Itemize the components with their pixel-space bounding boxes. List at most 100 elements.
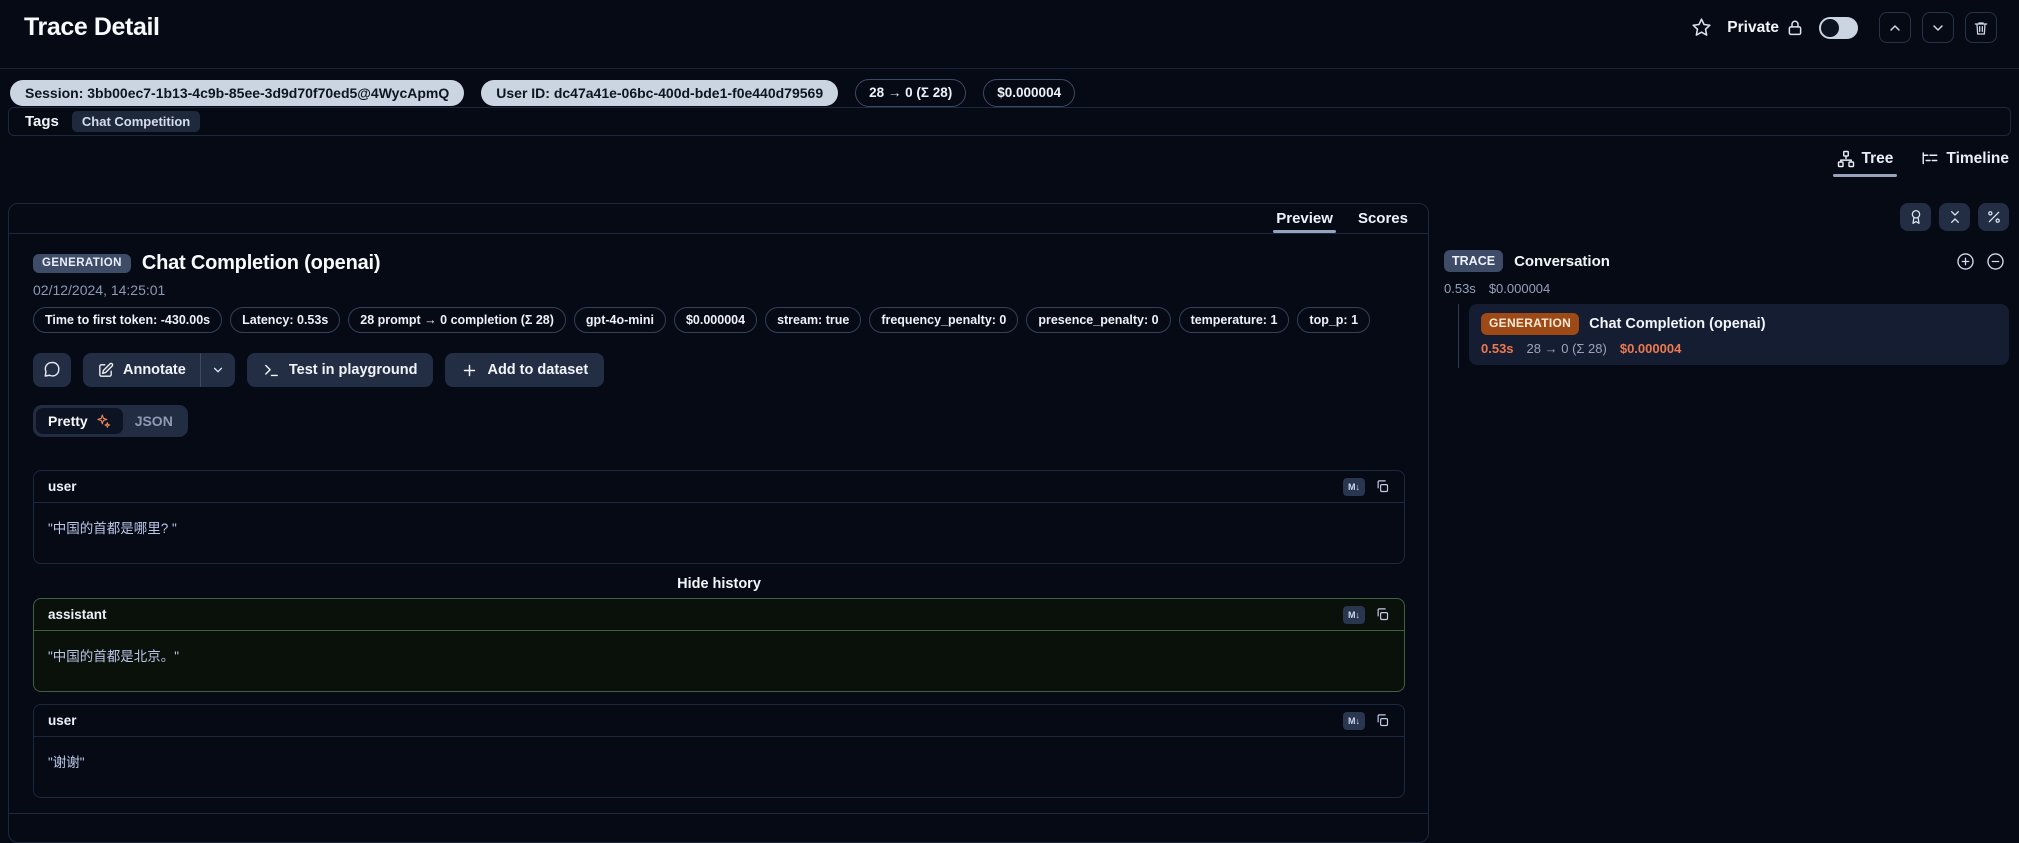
metric-pill: temperature: 1 [1179,307,1290,333]
copy-icon[interactable] [1375,607,1390,622]
message-content: "中国的首都是北京。" [34,631,1404,691]
observation-timestamp: 02/12/2024, 14:25:01 [33,282,1404,298]
tab-preview[interactable]: Preview [1276,204,1333,233]
message-header: user M↓ [34,705,1404,737]
toggle-thumb [1821,19,1839,37]
plus-icon [461,362,478,379]
metrics-toggle-button[interactable] [1978,203,2009,231]
message-tools: M↓ [1343,606,1390,624]
metric-pill: presence_penalty: 0 [1026,307,1170,333]
node-latency: 0.53s [1481,341,1514,356]
page-header: Trace Detail Private [0,0,2019,69]
annotate-label: Annotate [123,362,186,378]
trace-cost: $0.000004 [1489,281,1550,297]
privacy-label: Private [1727,19,1779,37]
trace-root-row[interactable]: TRACE Conversation [1444,250,2009,272]
annotate-split-button: Annotate [83,353,235,387]
collapse-node-icon[interactable] [1986,252,2005,271]
tag-chip[interactable]: Chat Competition [72,111,200,133]
trash-icon [1973,20,1989,36]
message-tools: M↓ [1343,478,1390,496]
markdown-toggle-icon[interactable]: M↓ [1343,478,1365,496]
tab-scores[interactable]: Scores [1358,204,1408,233]
section-divider [9,813,1428,814]
tree-controls [1444,203,2009,231]
next-trace-button[interactable] [1922,12,1954,43]
node-tokens: 28 → 0 (Σ 28) [1527,341,1607,356]
timeline-icon [1921,150,1939,168]
cost-badge: $0.000004 [983,79,1075,107]
trace-expand-controls [1956,252,2009,271]
metric-pill: 28 prompt → 0 completion (Σ 28) [348,307,566,333]
trace-latency: 0.53s [1444,281,1476,297]
session-badge[interactable]: Session: 3bb00ec7-1b13-4c9b-85ee-3d9d70f… [10,80,464,106]
tab-timeline[interactable]: Timeline [1921,150,2009,168]
tree-children: GENERATION Chat Completion (openai) 0.53… [1458,304,2009,368]
tags-bar: Tags Chat Competition [8,107,2011,136]
node-cost: $0.000004 [1620,341,1681,356]
edit-icon [97,362,114,379]
node-title: Chat Completion (openai) [1589,316,1765,332]
hide-history-button[interactable]: Hide history [33,576,1405,592]
message-content: "谢谢" [34,737,1404,797]
dataset-label: Add to dataset [487,362,588,378]
award-icon [1908,209,1924,225]
message-role: user [48,479,77,494]
copy-icon[interactable] [1375,479,1390,494]
observation-body: GENERATION Chat Completion (openai) 02/1… [9,234,1428,798]
metric-pills: Time to first token: -430.00s Latency: 0… [33,307,1404,333]
trace-metrics: 0.53s $0.000004 [1444,281,2009,297]
copy-icon[interactable] [1375,713,1390,728]
chevron-down-icon [211,363,225,377]
annotate-dropdown-button[interactable] [201,353,235,387]
metric-pill: top_p: 1 [1297,307,1370,333]
nav-buttons [1879,12,1997,43]
scores-toggle-button[interactable] [1900,203,1931,231]
add-to-dataset-button[interactable]: Add to dataset [445,353,604,387]
view-tabs: Tree Timeline [1837,150,2010,177]
message-role: assistant [48,607,107,622]
lock-icon [1786,19,1804,37]
json-toggle[interactable]: JSON [123,408,185,434]
observation-title: Chat Completion (openai) [142,252,381,275]
messages-list: user M↓ "中国的首都是哪里? " Hide history assist… [33,470,1405,798]
tab-tree[interactable]: Tree [1837,150,1894,168]
generation-node-selected[interactable]: GENERATION Chat Completion (openai) 0.53… [1469,304,2009,365]
panel-tabs: Preview Scores [9,204,1428,234]
header-actions: Private [1691,12,1997,43]
markdown-toggle-icon[interactable]: M↓ [1343,712,1365,730]
privacy-control: Private [1727,19,1804,37]
tab-timeline-label: Timeline [1946,150,2009,168]
chevrons-collapse-icon [1947,209,1963,225]
trace-title: Conversation [1514,253,1610,270]
chevron-up-icon [1887,20,1903,36]
message-card-assistant: assistant M↓ "中国的首都是北京。" [33,598,1405,692]
delete-trace-button[interactable] [1965,12,1997,43]
terminal-icon [263,362,280,379]
message-role: user [48,713,77,728]
test-in-playground-button[interactable]: Test in playground [247,353,434,387]
trace-type-badge: TRACE [1444,250,1503,272]
message-header: user M↓ [34,471,1404,503]
generation-badge: GENERATION [1481,313,1579,335]
observation-panel: Preview Scores GENERATION Chat Completio… [8,203,1429,843]
metric-pill: stream: true [765,307,861,333]
expand-all-icon[interactable] [1956,252,1975,271]
message-header: assistant M↓ [34,599,1404,631]
message-tools: M↓ [1343,712,1390,730]
user-id-badge[interactable]: User ID: dc47a41e-06bc-400d-bde1-f0e440d… [481,80,838,106]
token-usage-badge: 28 → 0 (Σ 28) [855,79,966,107]
metric-pill: frequency_penalty: 0 [869,307,1018,333]
annotate-button[interactable]: Annotate [83,353,200,387]
star-icon[interactable] [1691,17,1712,38]
comment-button[interactable] [33,353,71,387]
percent-icon [1986,209,2002,225]
privacy-toggle[interactable] [1819,17,1858,39]
markdown-toggle-icon[interactable]: M↓ [1343,606,1365,624]
playground-label: Test in playground [289,362,418,378]
pretty-toggle[interactable]: Pretty [36,408,123,434]
metric-pill: Latency: 0.53s [230,307,340,333]
collapse-all-button[interactable] [1939,203,1970,231]
metric-pill: $0.000004 [674,307,757,333]
prev-trace-button[interactable] [1879,12,1911,43]
